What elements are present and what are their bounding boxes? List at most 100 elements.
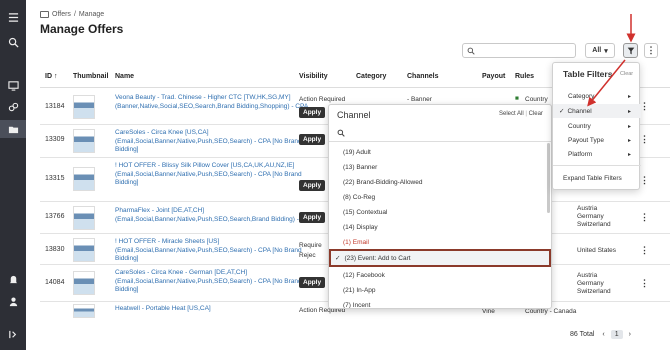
geo-country: Switzerland: [577, 221, 611, 228]
breadcrumb: Offers / Manage: [40, 11, 104, 18]
user-icon[interactable]: [0, 292, 26, 310]
pagination-footer: 86 Total ‹ 1 ›: [570, 330, 631, 339]
total-count: 86 Total: [570, 331, 595, 338]
filter-icon: [627, 47, 634, 54]
apply-button[interactable]: Apply: [299, 107, 326, 118]
apply-button[interactable]: Apply: [299, 180, 326, 191]
prev-page-icon[interactable]: ‹: [602, 331, 604, 338]
channel-dropdown-title: Channel: [337, 110, 371, 120]
channel-option[interactable]: (12) Facebook: [329, 268, 547, 282]
filter-payout-type[interactable]: Payout Type ▸: [553, 133, 641, 147]
monitor-icon[interactable]: [0, 76, 26, 94]
row-actions-kebab[interactable]: ⋮: [640, 175, 649, 186]
side-rail: [0, 0, 26, 350]
thumbnail-image: [73, 206, 95, 230]
channel-option[interactable]: (7) Incent: [329, 298, 547, 309]
links-icon[interactable]: [0, 98, 26, 116]
offers-folder-icon[interactable]: [0, 120, 26, 138]
channel-option-label: (23) Event: Add to Cart: [344, 254, 411, 262]
channel-option[interactable]: (15) Contextual: [329, 205, 547, 219]
thumbnail-image: [73, 304, 95, 318]
search-input[interactable]: [478, 47, 568, 54]
filter-platform[interactable]: Platform ▸: [553, 147, 641, 161]
offer-name-link[interactable]: CareSoles - Circa Knee [US,CA] (Email,So…: [115, 129, 315, 155]
col-name[interactable]: Name: [115, 73, 134, 80]
chevron-right-icon: ▸: [627, 123, 631, 130]
thumbnail-image: [73, 95, 95, 119]
reject-button[interactable]: Rejec: [299, 252, 316, 259]
apply-button[interactable]: Apply: [299, 277, 326, 288]
offer-name-link[interactable]: CareSoles - Circa Knee - German [DE,AT,C…: [115, 269, 315, 295]
row-actions-kebab[interactable]: ⋮: [640, 101, 649, 112]
chevron-right-icon: ▸: [627, 108, 631, 115]
offer-name-link[interactable]: ! HOT OFFER - Blissy Silk Pillow Cover […: [115, 162, 315, 188]
chevron-right-icon: ▸: [627, 137, 631, 144]
filter-label: Payout Type: [568, 136, 605, 144]
apply-button[interactable]: Apply: [299, 134, 326, 145]
filter-button[interactable]: [623, 43, 638, 58]
checkmark-icon: ✓: [335, 255, 341, 262]
dropdown-scrollbar[interactable]: [547, 143, 550, 213]
next-page-icon[interactable]: ›: [629, 331, 631, 338]
search-icon[interactable]: [0, 33, 26, 51]
row-actions-kebab[interactable]: ⋮: [640, 245, 649, 256]
row-actions-kebab[interactable]: ⋮: [640, 212, 649, 223]
thumbnail-image: [73, 238, 95, 262]
chevron-down-icon: ▾: [604, 47, 608, 55]
table-filters-clear[interactable]: Clear: [620, 71, 633, 77]
page-title: Manage Offers: [40, 22, 124, 36]
offer-name-link[interactable]: ! HOT OFFER - Miracle Sheets [US] (Email…: [115, 238, 315, 264]
col-id[interactable]: ID ↑: [45, 73, 57, 80]
col-visibility[interactable]: Visibility: [299, 73, 328, 80]
filter-category[interactable]: Category ▸: [553, 89, 641, 103]
col-channels[interactable]: Channels: [407, 73, 439, 80]
expand-table-filters[interactable]: Expand Table Filters: [563, 175, 622, 182]
bell-icon[interactable]: [0, 270, 26, 288]
offer-name-link[interactable]: Heatwell - Portable Heat [US,CA]: [115, 305, 315, 314]
channel-option[interactable]: (13) Banner: [329, 160, 547, 174]
channel-option[interactable]: (21) In-App: [329, 283, 547, 297]
more-options-button[interactable]: ⋮: [644, 43, 658, 58]
breadcrumb-separator: /: [73, 11, 76, 18]
channel-option-selected[interactable]: ✓ (23) Event: Add to Cart: [329, 249, 551, 267]
col-category[interactable]: Category: [356, 73, 386, 80]
row-id: 13315: [45, 175, 65, 182]
table-filters-panel: Table Filters Clear Category ▸ ✓ Channel…: [552, 62, 641, 190]
filter-channel[interactable]: ✓ Channel ▸: [553, 104, 641, 118]
col-payout[interactable]: Payout: [482, 73, 505, 80]
search-box[interactable]: [462, 43, 576, 58]
channel-dropdown-actions: Select All | Clear: [499, 111, 543, 117]
channel-option[interactable]: (14) Display: [329, 220, 547, 234]
row-actions-kebab[interactable]: ⋮: [640, 278, 649, 289]
row-id: 13309: [45, 136, 65, 143]
channel-option[interactable]: (22) Brand-Bidding-Allowed: [329, 175, 547, 189]
row-id: 13184: [45, 103, 65, 110]
row-id: 13766: [45, 213, 65, 220]
clear-link[interactable]: Clear: [529, 111, 543, 117]
offer-name-link[interactable]: PharmaFlex - Joint [DE,AT,CH] (Email,Soc…: [115, 207, 315, 224]
channel-search[interactable]: [337, 126, 545, 139]
channel-option[interactable]: (1) Email: [329, 235, 547, 249]
breadcrumb-parent[interactable]: Offers: [52, 11, 71, 18]
all-select[interactable]: All ▾: [585, 43, 615, 58]
apply-button[interactable]: Apply: [299, 212, 326, 223]
col-rules[interactable]: Rules: [515, 73, 534, 80]
row-actions-kebab[interactable]: ⋮: [640, 134, 649, 145]
offer-name-link[interactable]: Veona Beauty - Trad. Chinese - Higher CT…: [115, 94, 315, 111]
search-icon: [467, 47, 475, 55]
channel-option[interactable]: (19) Adult: [329, 145, 547, 159]
filter-country[interactable]: Country ▸: [553, 119, 641, 133]
menu-icon[interactable]: [0, 8, 26, 26]
channel-value: - Banner: [407, 96, 432, 103]
select-all-link[interactable]: Select All: [499, 111, 524, 117]
offers-crumb-icon: [40, 11, 49, 18]
thumbnail-image: [73, 167, 95, 191]
visibility-status: Require: [299, 242, 322, 249]
expand-rail-icon[interactable]: [0, 325, 26, 343]
row-id: 13830: [45, 246, 65, 253]
kebab-icon: ⋮: [646, 45, 656, 55]
channel-value: Vine: [482, 308, 495, 315]
current-page[interactable]: 1: [610, 330, 623, 339]
channel-option[interactable]: (8) Co-Reg: [329, 190, 547, 204]
chevron-right-icon: ▸: [627, 151, 631, 158]
